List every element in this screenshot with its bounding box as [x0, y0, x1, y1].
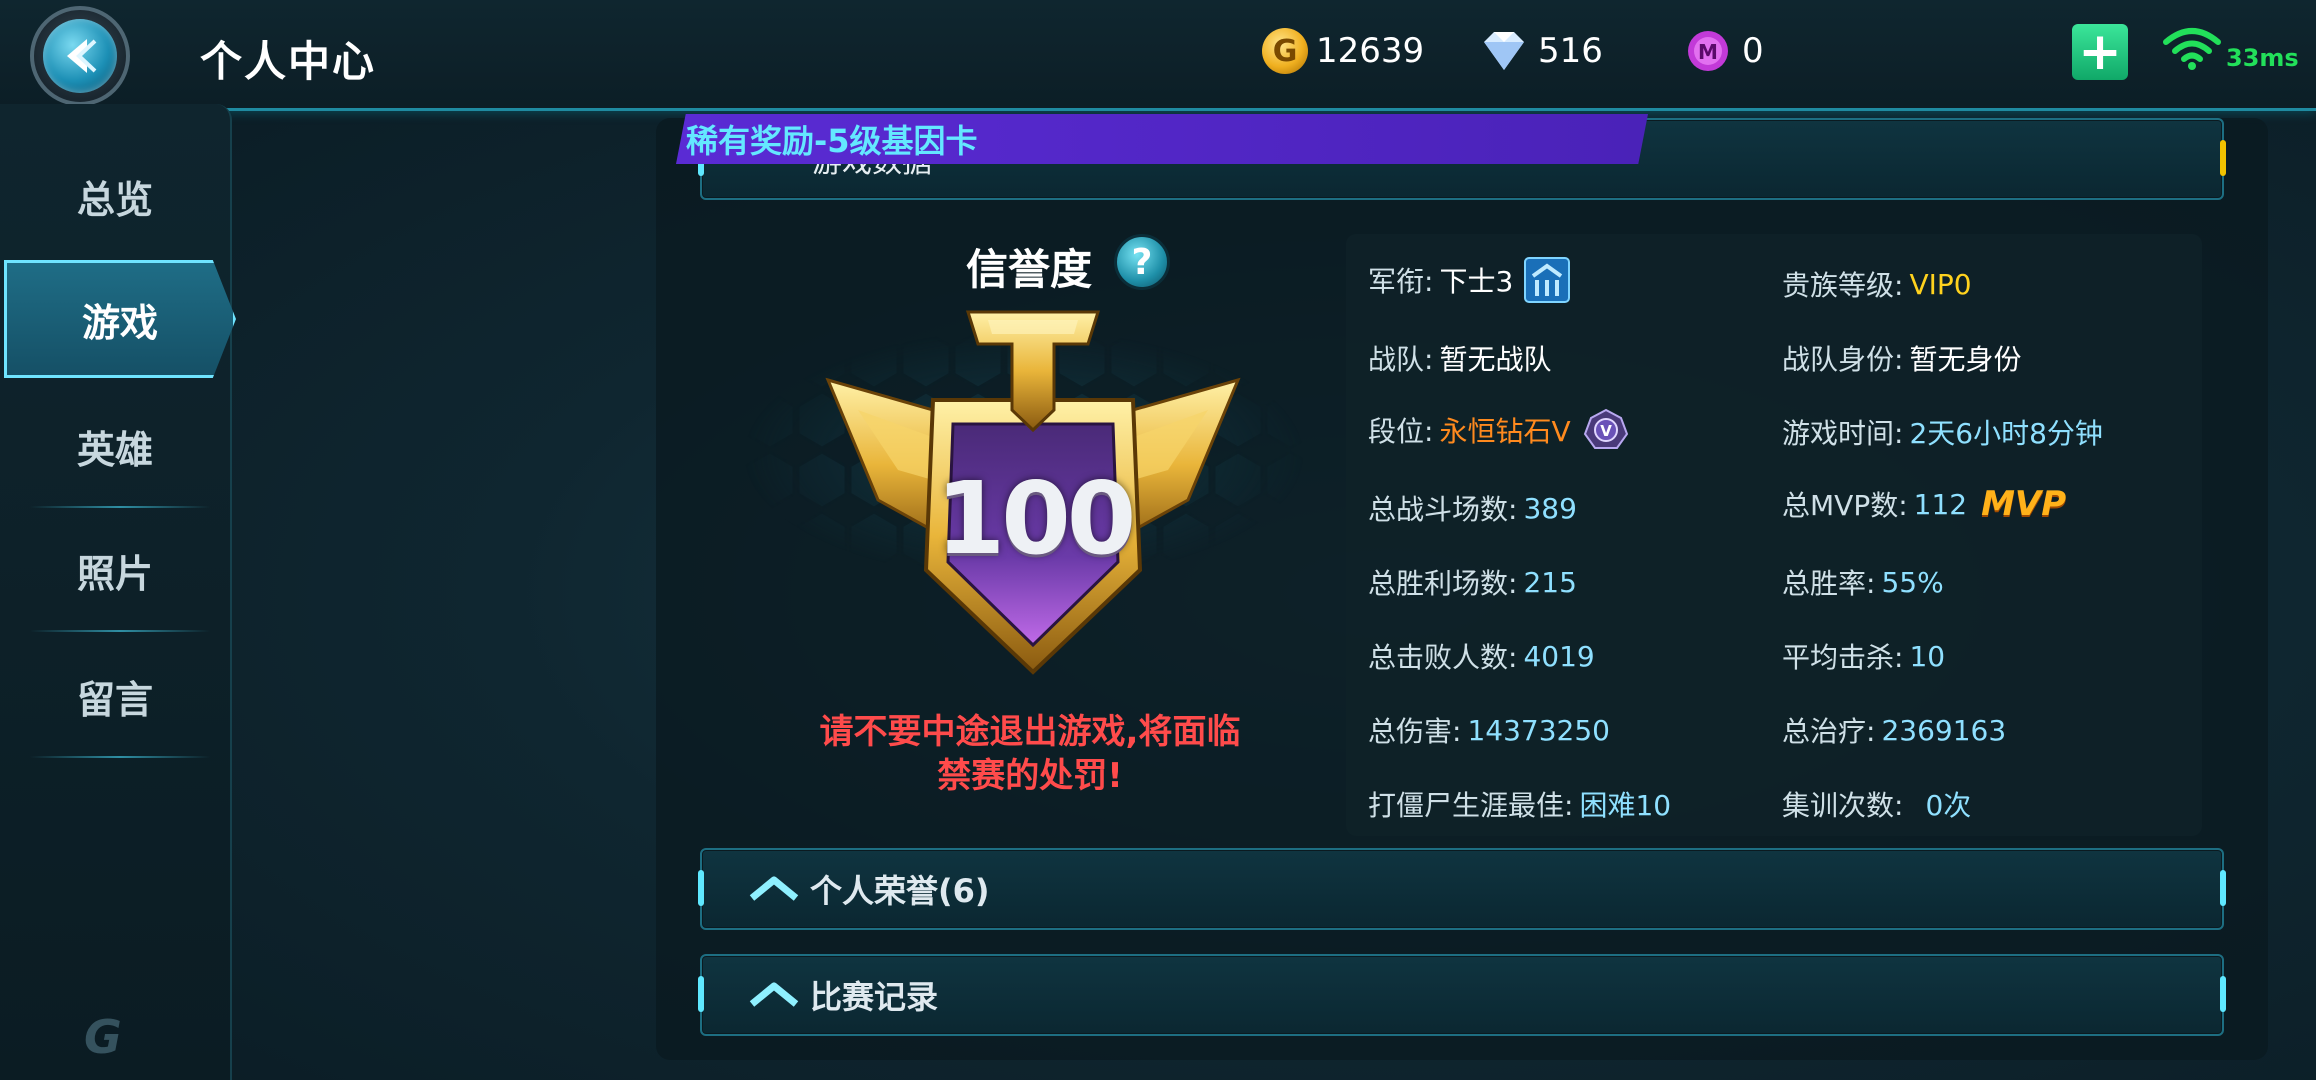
question-icon[interactable]: ?	[1114, 234, 1170, 290]
tier-rank-icon: V	[1583, 408, 1628, 449]
stat-value: 4019	[1523, 639, 1595, 673]
chevron-up-icon	[749, 876, 799, 901]
stat-value: 下士3	[1439, 265, 1514, 298]
stat-value: 215	[1523, 565, 1577, 599]
plus-icon: +	[2078, 22, 2122, 82]
stat-label: 打僵尸生涯最佳:	[1368, 789, 1574, 822]
svg-text:M: M	[1698, 40, 1718, 64]
stat-value: 2369163	[1881, 713, 2007, 747]
stat-label: 贵族等级:	[1782, 269, 1904, 302]
reward-banner-text: 稀有奖励-5级基因卡	[686, 122, 978, 160]
stat-label: 段位:	[1368, 415, 1434, 448]
stat-win-rate: 总胜率: 55%	[1782, 562, 1944, 602]
match-record-label: 比赛记录	[810, 978, 939, 1016]
personal-honors-section[interactable]: 个人荣誉(6)	[698, 848, 2226, 930]
stat-label: 集训次数:	[1782, 789, 1904, 822]
back-arrow-icon	[43, 19, 117, 93]
warning-line-2: 禁赛的处罚!	[937, 756, 1123, 796]
mvp-badge-icon: MVP	[1981, 484, 2067, 524]
stat-value: 2天6小时8分钟	[1909, 417, 2103, 450]
stat-label: 总MVP数:	[1782, 489, 1908, 522]
diamond-amount: 516	[1538, 31, 1603, 71]
stat-label: 战队:	[1368, 343, 1434, 376]
stat-total-matches: 总战斗场数: 389	[1368, 488, 1577, 528]
stat-value: VIP0	[1909, 267, 1972, 301]
stat-label: 平均击杀:	[1782, 641, 1904, 674]
sidebar-item-label: 总览	[76, 177, 153, 222]
stat-label: 总胜利场数:	[1368, 567, 1518, 600]
gem-balance: M 0	[1682, 28, 1764, 74]
gem-amount: 0	[1742, 31, 1764, 71]
stat-label: 军衔:	[1368, 265, 1434, 298]
sidebar-item-game[interactable]: 游戏	[4, 260, 236, 378]
stat-value: 55%	[1881, 565, 1944, 599]
match-record-section[interactable]: 比赛记录	[698, 954, 2226, 1036]
stat-value: 112	[1913, 487, 1968, 521]
stat-value: 14373250	[1467, 713, 1610, 747]
ping-indicator: 33ms	[2226, 44, 2299, 72]
credit-warning: 请不要中途退出游戏,将面临 禁赛的处罚!	[770, 710, 1290, 798]
game-logo-icon: G	[84, 1010, 122, 1064]
chevron-up-icon	[749, 982, 799, 1007]
svg-text:V: V	[1600, 422, 1612, 440]
back-button[interactable]	[30, 6, 130, 106]
purple-gem-icon: M	[1688, 31, 1728, 71]
sidebar-item-photos[interactable]: 照片	[0, 508, 230, 632]
credit-title: 信誉度	[966, 245, 1093, 294]
stat-value: 永恒钻石V	[1439, 415, 1571, 448]
sidebar-item-label: 照片	[76, 551, 153, 596]
stat-tier: 段位: 永恒钻石V V	[1368, 408, 1631, 452]
gold-balance: G 12639	[1262, 28, 1424, 74]
gold-coin-icon: G	[1262, 28, 1308, 74]
diamond-balance: 516	[1478, 28, 1603, 74]
stat-label: 总治疗:	[1782, 715, 1876, 748]
stat-label: 总击败人数:	[1368, 641, 1518, 674]
diamond-icon	[1484, 32, 1524, 70]
sidebar-item-messages[interactable]: 留言	[0, 634, 230, 758]
rare-reward-banner[interactable]: 稀有奖励-5级基因卡	[676, 114, 1648, 164]
stat-label: 总胜率:	[1782, 567, 1876, 600]
stat-team: 战队: 暂无战队	[1368, 338, 1551, 378]
stat-label: 游戏时间:	[1782, 417, 1904, 450]
wifi-icon	[2162, 26, 2222, 76]
stat-military-rank: 军衔: 下士3	[1368, 256, 1571, 304]
stat-zombie-best: 打僵尸生涯最佳: 困难10	[1368, 784, 1671, 824]
sidebar-item-label: 英雄	[76, 427, 153, 472]
stat-label: 总战斗场数:	[1368, 493, 1518, 526]
sidebar-item-overview[interactable]: 总览	[0, 134, 230, 258]
page-title: 个人中心	[200, 37, 377, 86]
top-bar: 个人中心 G 12639 516 M 0 + 33ms	[0, 0, 2316, 111]
personal-honors-label: 个人荣誉(6)	[810, 872, 990, 910]
stat-total-damage: 总伤害: 14373250	[1368, 710, 1610, 750]
stat-value: 0次	[1925, 789, 1972, 822]
military-rank-icon	[1524, 257, 1571, 303]
sidebar: 总览 游戏 英雄 照片 留言	[0, 104, 236, 1080]
stat-total-wins: 总胜利场数: 215	[1368, 562, 1577, 602]
gold-amount: 12639	[1316, 31, 1425, 71]
credit-score: 100	[935, 460, 1137, 577]
sidebar-item-label: 游戏	[81, 300, 158, 345]
stat-label: 战队身份:	[1782, 343, 1904, 376]
stat-total-kills: 总击败人数: 4019	[1368, 636, 1595, 676]
stat-value: 389	[1523, 491, 1577, 525]
stat-avg-kills: 平均击杀: 10	[1782, 636, 1945, 676]
stat-value: 暂无战队	[1439, 343, 1552, 376]
stat-value: 暂无身份	[1909, 343, 2022, 376]
warning-line-1: 请不要中途退出游戏,将面临	[819, 712, 1241, 752]
stat-total-mvp: 总MVP数: 112 MVP	[1782, 484, 2066, 524]
add-currency-button[interactable]: +	[2072, 24, 2128, 80]
sidebar-item-label: 留言	[76, 677, 153, 722]
stat-training-count: 集训次数: 0次	[1782, 784, 1971, 824]
stat-playtime: 游戏时间: 2天6小时8分钟	[1782, 412, 2103, 452]
stat-noble-level: 贵族等级: VIP0	[1782, 264, 1972, 304]
stat-label: 总伤害:	[1368, 715, 1462, 748]
stat-total-heal: 总治疗: 2369163	[1782, 710, 2006, 750]
stat-team-role: 战队身份: 暂无身份	[1782, 338, 2021, 378]
sidebar-item-heroes[interactable]: 英雄	[0, 384, 230, 508]
stat-value: 困难10	[1579, 789, 1672, 822]
stat-value: 10	[1909, 639, 1946, 673]
